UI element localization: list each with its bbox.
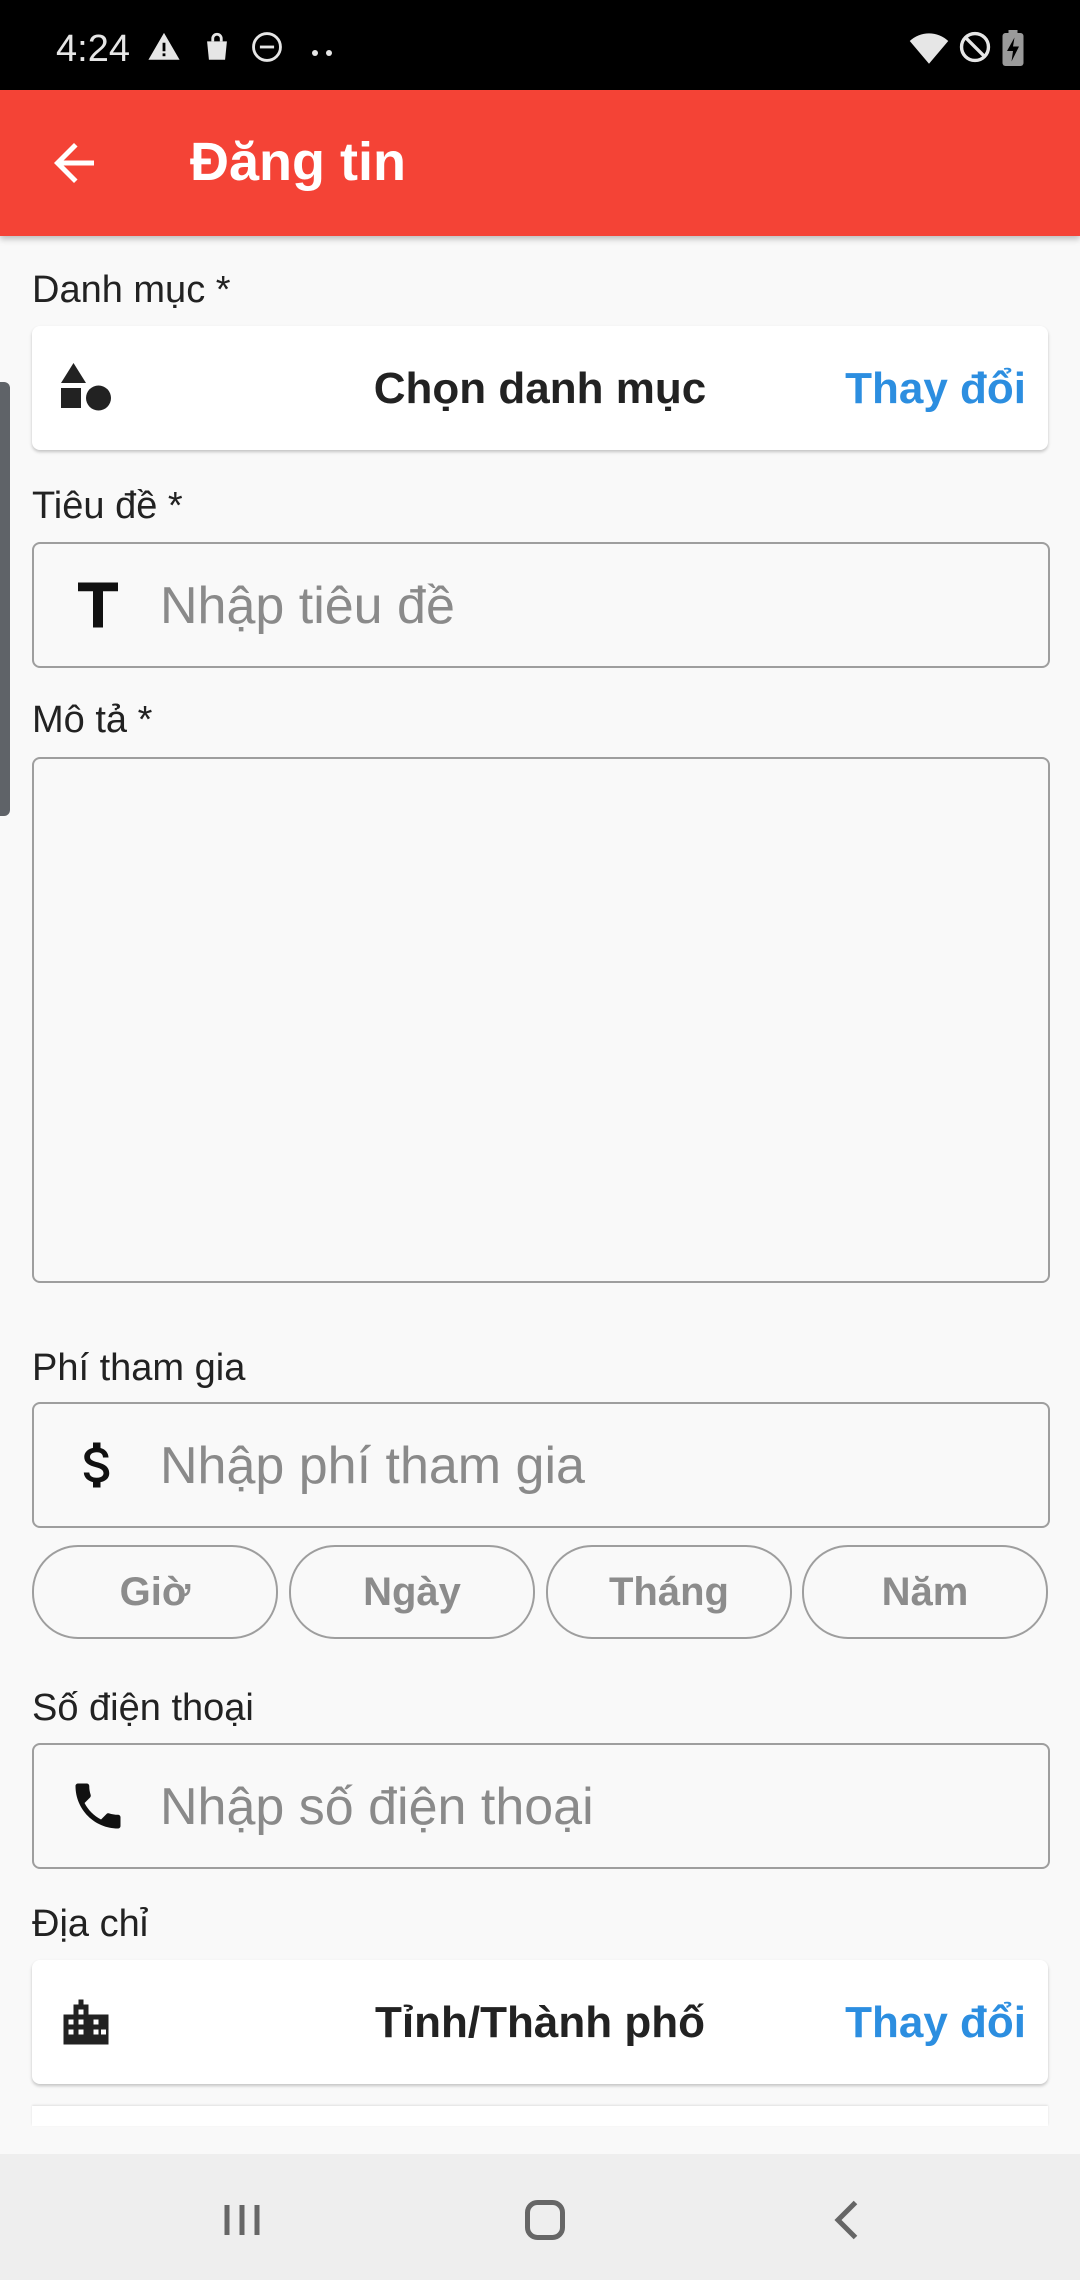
title-input[interactable]: Nhập tiêu đề	[32, 542, 1050, 668]
app-bar: Đăng tin	[0, 90, 1080, 236]
phone-input[interactable]: Nhập số điện thoại	[32, 1743, 1050, 1869]
status-time: 4:24	[56, 28, 130, 70]
category-change-button[interactable]: Thay đổi	[845, 364, 1026, 414]
back-arrow-icon[interactable]	[44, 133, 104, 193]
fee-unit-hour[interactable]: Giờ	[32, 1545, 278, 1639]
fee-unit-month[interactable]: Tháng	[546, 1545, 792, 1639]
do-not-disturb-icon	[252, 32, 282, 62]
phone-icon	[75, 1783, 121, 1829]
more-dots-icon	[312, 50, 332, 56]
back-icon[interactable]	[818, 2190, 878, 2250]
status-bar: 4:24	[0, 0, 1080, 90]
blocked-icon	[959, 31, 991, 63]
page-title: Đăng tin	[190, 132, 406, 192]
shopping-bag-icon	[207, 32, 227, 60]
title-placeholder: Nhập tiêu đề	[160, 577, 455, 635]
home-icon[interactable]	[515, 2190, 575, 2250]
text-format-icon	[78, 582, 118, 628]
category-selector[interactable]: Chọn danh mục Thay đổi	[32, 326, 1048, 450]
system-nav-bar	[0, 2154, 1080, 2280]
city-icon	[63, 1999, 109, 2045]
fee-unit-day[interactable]: Ngày	[289, 1545, 535, 1639]
category-label: Danh mục *	[32, 269, 231, 311]
wifi-icon	[909, 33, 949, 64]
province-selector[interactable]: Tỉnh/Thành phố Thay đổi	[32, 1960, 1048, 2084]
fee-unit-year[interactable]: Năm	[802, 1545, 1048, 1639]
phone-placeholder: Nhập số điện thoại	[160, 1778, 594, 1836]
address-label: Địa chỉ	[32, 1903, 149, 1945]
shapes-icon	[61, 363, 111, 411]
edge-panel-handle[interactable]	[0, 382, 10, 816]
battery-charging-icon	[1002, 30, 1024, 66]
province-change-button[interactable]: Thay đổi	[845, 1998, 1026, 2048]
fee-input[interactable]: Nhập phí tham gia	[32, 1402, 1050, 1528]
description-label: Mô tả *	[32, 699, 153, 741]
phone-label: Số điện thoại	[32, 1687, 254, 1729]
fee-label: Phí tham gia	[32, 1347, 246, 1389]
fee-placeholder: Nhập phí tham gia	[160, 1437, 585, 1495]
recent-apps-icon[interactable]	[212, 2190, 272, 2250]
dollar-icon	[83, 1442, 110, 1488]
description-textarea[interactable]	[32, 757, 1050, 1283]
warning-icon	[148, 32, 180, 60]
title-label: Tiêu đề *	[32, 485, 183, 527]
district-selector[interactable]	[32, 2106, 1048, 2126]
